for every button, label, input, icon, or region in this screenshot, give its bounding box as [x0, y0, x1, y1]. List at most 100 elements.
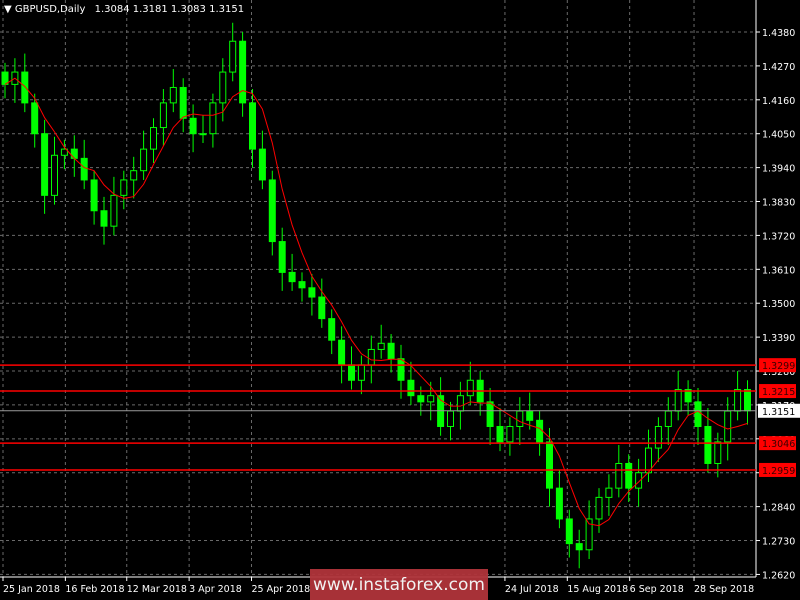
candle	[130, 156, 138, 199]
moving-average-line	[4, 77, 748, 527]
candle-body	[664, 410, 672, 427]
candle-body	[506, 425, 514, 443]
candle-body	[209, 102, 217, 135]
candle-body	[387, 342, 395, 360]
candle	[664, 397, 672, 445]
candle	[734, 371, 742, 421]
candle-body	[734, 389, 742, 412]
dropdown-triangle-icon[interactable]: ▼	[4, 4, 12, 15]
candle	[278, 227, 286, 291]
candle-body	[110, 194, 118, 227]
candle	[694, 387, 702, 445]
price-tick-label: 1.4050	[762, 130, 795, 141]
candle	[476, 371, 484, 416]
candle	[159, 89, 167, 147]
candle	[486, 387, 494, 445]
candle-body	[288, 271, 296, 283]
candle	[288, 253, 296, 291]
current-price-label: 1.3151	[762, 407, 795, 418]
candle-body	[615, 462, 623, 489]
candle-body	[654, 425, 662, 449]
candle	[41, 119, 49, 214]
candle-body	[219, 71, 227, 104]
candle	[169, 68, 177, 113]
price-tick-label: 1.2620	[762, 570, 795, 581]
watermark[interactable]: www.instaforex.com	[310, 569, 488, 600]
time-tick-label: 25 Apr 2018	[251, 584, 310, 595]
candle-body	[298, 281, 306, 289]
candle	[615, 444, 623, 498]
candle-body	[427, 395, 435, 403]
candle	[387, 334, 395, 373]
candle-body	[249, 102, 256, 150]
candle	[348, 346, 355, 390]
time-tick-label: 28 Sep 2018	[694, 584, 754, 595]
candle	[239, 32, 247, 117]
candle-body	[397, 358, 405, 381]
candle-body	[169, 86, 177, 104]
time-tick-label: 16 Feb 2018	[65, 584, 124, 595]
candle-body	[694, 401, 702, 427]
candle-body	[179, 86, 187, 119]
level-price-label: 1.2959	[762, 466, 795, 477]
candle-body	[130, 170, 138, 181]
candle	[189, 104, 197, 153]
candle-body	[80, 157, 88, 181]
candle-body	[159, 102, 167, 129]
candle-body	[565, 518, 573, 545]
time-tick-label: 6 Sep 2018	[630, 584, 684, 595]
candle-body	[496, 425, 504, 443]
candle-body	[526, 410, 534, 421]
candle	[199, 115, 207, 143]
candle-body	[51, 154, 58, 196]
candle	[674, 371, 682, 421]
price-tick-label: 1.3390	[762, 333, 795, 344]
time-tick-label: 15 Aug 2018	[567, 584, 628, 595]
candle-body	[308, 287, 316, 298]
candle-body	[199, 133, 207, 136]
candle	[437, 377, 445, 436]
candle-body	[120, 179, 128, 196]
candle-body	[328, 318, 336, 341]
candle	[427, 381, 435, 421]
candle-body	[625, 462, 633, 489]
candle-body	[456, 395, 464, 412]
candle-body	[150, 127, 157, 150]
candle-body	[348, 364, 355, 381]
candle	[298, 272, 306, 302]
level-price-label: 1.3046	[762, 439, 795, 450]
candle-body	[575, 543, 583, 551]
candle-body	[447, 410, 454, 427]
candle	[357, 355, 365, 395]
candle-body	[377, 342, 385, 350]
candle-body	[278, 241, 286, 273]
level-price-label: 1.3299	[762, 361, 795, 372]
candle	[268, 170, 276, 256]
candle-body	[516, 410, 524, 427]
candle-body	[31, 102, 39, 135]
candle	[51, 136, 58, 205]
candle-body	[546, 441, 553, 489]
candle	[555, 469, 563, 529]
candle	[536, 411, 544, 456]
candle	[209, 93, 217, 148]
candle	[625, 454, 633, 503]
candle	[377, 324, 385, 359]
candle	[546, 428, 553, 507]
candle	[654, 417, 662, 462]
candle-body	[674, 389, 682, 412]
price-tick-label: 1.3500	[762, 299, 795, 310]
price-chart[interactable]: 1.4380 1.4270 1.4160 1.4050 1.3940 1.3830 1.37…	[0, 0, 800, 600]
candle	[575, 529, 583, 569]
price-tick-label: 1.3610	[762, 265, 795, 276]
candle	[318, 278, 326, 328]
candle-body	[704, 425, 712, 464]
candle-body	[595, 496, 603, 520]
candle	[605, 474, 613, 516]
candle-body	[338, 339, 346, 366]
candle	[585, 500, 593, 560]
candle	[21, 53, 29, 113]
candle-body	[357, 364, 365, 381]
time-tick-label: 3 Apr 2018	[189, 584, 242, 595]
candle-body	[555, 487, 563, 520]
